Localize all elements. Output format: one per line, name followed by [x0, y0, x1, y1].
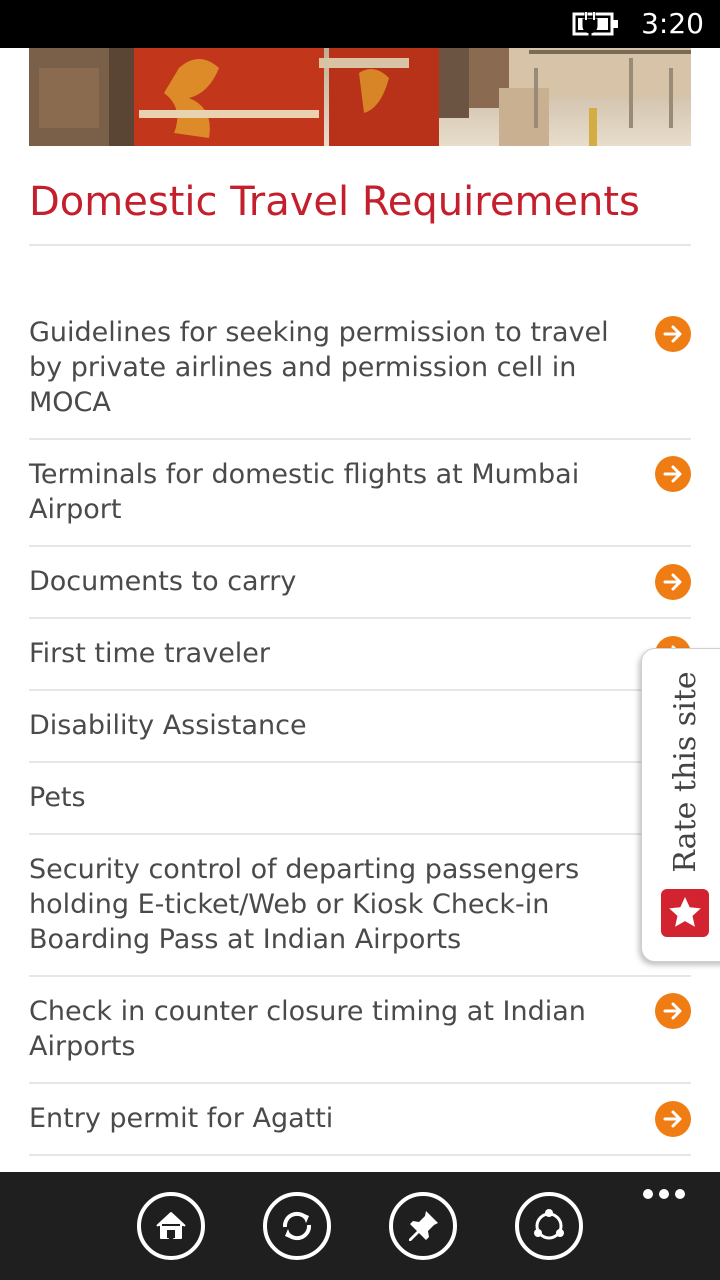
arrow-right-icon — [655, 316, 691, 352]
list-item-counter-closure[interactable]: Check in counter closure timing at India… — [29, 977, 691, 1084]
list-item-label: Guidelines for seeking permission to tra… — [29, 317, 609, 418]
list-item-label: Disability Assistance — [29, 710, 307, 741]
refresh-button[interactable] — [262, 1191, 332, 1261]
status-time: 3:20 — [641, 7, 704, 40]
requirements-list: Guidelines for seeking permission to tra… — [29, 300, 691, 1156]
rate-this-site-label: Rate this site — [668, 671, 703, 873]
list-item-label: Terminals for domestic flights at Mumbai… — [29, 459, 580, 525]
list-item-disability[interactable]: Disability Assistance — [29, 691, 691, 763]
list-item-first-time[interactable]: First time traveler — [29, 619, 691, 691]
share-button[interactable] — [514, 1191, 584, 1261]
battery-charging-icon — [572, 12, 618, 38]
home-icon — [137, 1192, 205, 1260]
ellipsis-icon[interactable] — [642, 1184, 686, 1204]
share-icon — [515, 1192, 583, 1260]
title-divider — [29, 244, 691, 246]
status-bar: 3:20 — [0, 0, 720, 48]
app-bar — [0, 1172, 720, 1280]
hero-image — [29, 48, 691, 146]
pin-icon — [389, 1192, 457, 1260]
list-item-label: Pets — [29, 782, 86, 813]
arrow-right-icon — [655, 456, 691, 492]
list-item-moca-permission[interactable]: Guidelines for seeking permission to tra… — [29, 300, 691, 440]
arrow-right-icon — [655, 993, 691, 1029]
refresh-icon — [263, 1192, 331, 1260]
home-button[interactable] — [136, 1191, 206, 1261]
pin-button[interactable] — [388, 1191, 458, 1261]
list-item-label: Documents to carry — [29, 566, 297, 597]
arrow-right-icon — [655, 1101, 691, 1137]
list-item-label: Security control of departing passengers… — [29, 854, 580, 955]
list-item-security-control[interactable]: Security control of departing passengers… — [29, 835, 691, 977]
arrow-right-icon — [655, 564, 691, 600]
list-item-agatti-permit[interactable]: Entry permit for Agatti — [29, 1084, 691, 1156]
star-icon — [661, 889, 709, 937]
list-item-documents[interactable]: Documents to carry — [29, 547, 691, 619]
list-item-mumbai-terminals[interactable]: Terminals for domestic flights at Mumbai… — [29, 440, 691, 547]
list-item-label: First time traveler — [29, 638, 271, 669]
list-item-pets[interactable]: Pets — [29, 763, 691, 835]
list-item-label: Entry permit for Agatti — [29, 1103, 334, 1134]
list-item-label: Check in counter closure timing at India… — [29, 996, 586, 1062]
page-title: Domestic Travel Requirements — [29, 179, 640, 225]
